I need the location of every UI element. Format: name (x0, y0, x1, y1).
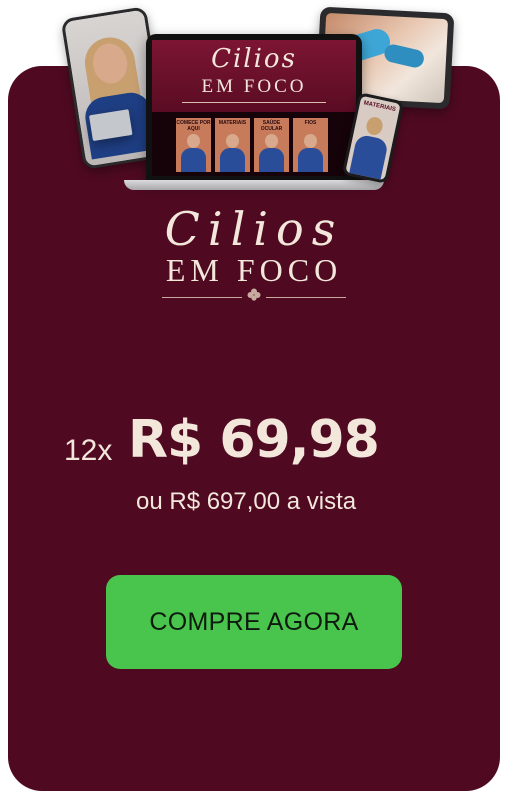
module-thumbnail: COMECE POR AQUI (176, 118, 211, 172)
module-label: MATERIAIS (218, 120, 247, 126)
module-label: FIOS (304, 120, 317, 126)
laptop-banner-caps: EM FOCO (201, 76, 307, 97)
installment-price: R$ 69,98 (128, 410, 380, 470)
logo-divider-right (266, 297, 346, 298)
phone-label: MATERIAIS (363, 100, 397, 114)
logo-script: Cilios (164, 202, 344, 256)
buy-now-button[interactable]: COMPRE AGORA (106, 575, 402, 669)
module-thumbnail: MATERIAIS (215, 118, 250, 172)
price-row: 12x R$ 69,98 (0, 410, 508, 480)
module-thumbnail: SAÚDE OCULAR (254, 118, 289, 172)
installments-count: 12x (64, 434, 113, 467)
module-label: COMECE POR AQUI (176, 120, 211, 132)
logo-caps: EM FOCO (165, 252, 343, 288)
cash-price: ou R$ 697,00 a vista (136, 488, 357, 515)
laptop-base (124, 180, 384, 190)
clover-icon (247, 288, 261, 301)
laptop-mockup: Cilios EM FOCO COMECE POR AQUI MATERIAIS… (146, 34, 362, 182)
logo-divider-left (162, 297, 242, 298)
laptop-banner-script: Cilios (211, 44, 297, 74)
module-thumbnail: FIOS (293, 118, 328, 172)
module-label: SAÚDE OCULAR (260, 120, 283, 132)
laptop-banner: Cilios EM FOCO (152, 40, 356, 112)
